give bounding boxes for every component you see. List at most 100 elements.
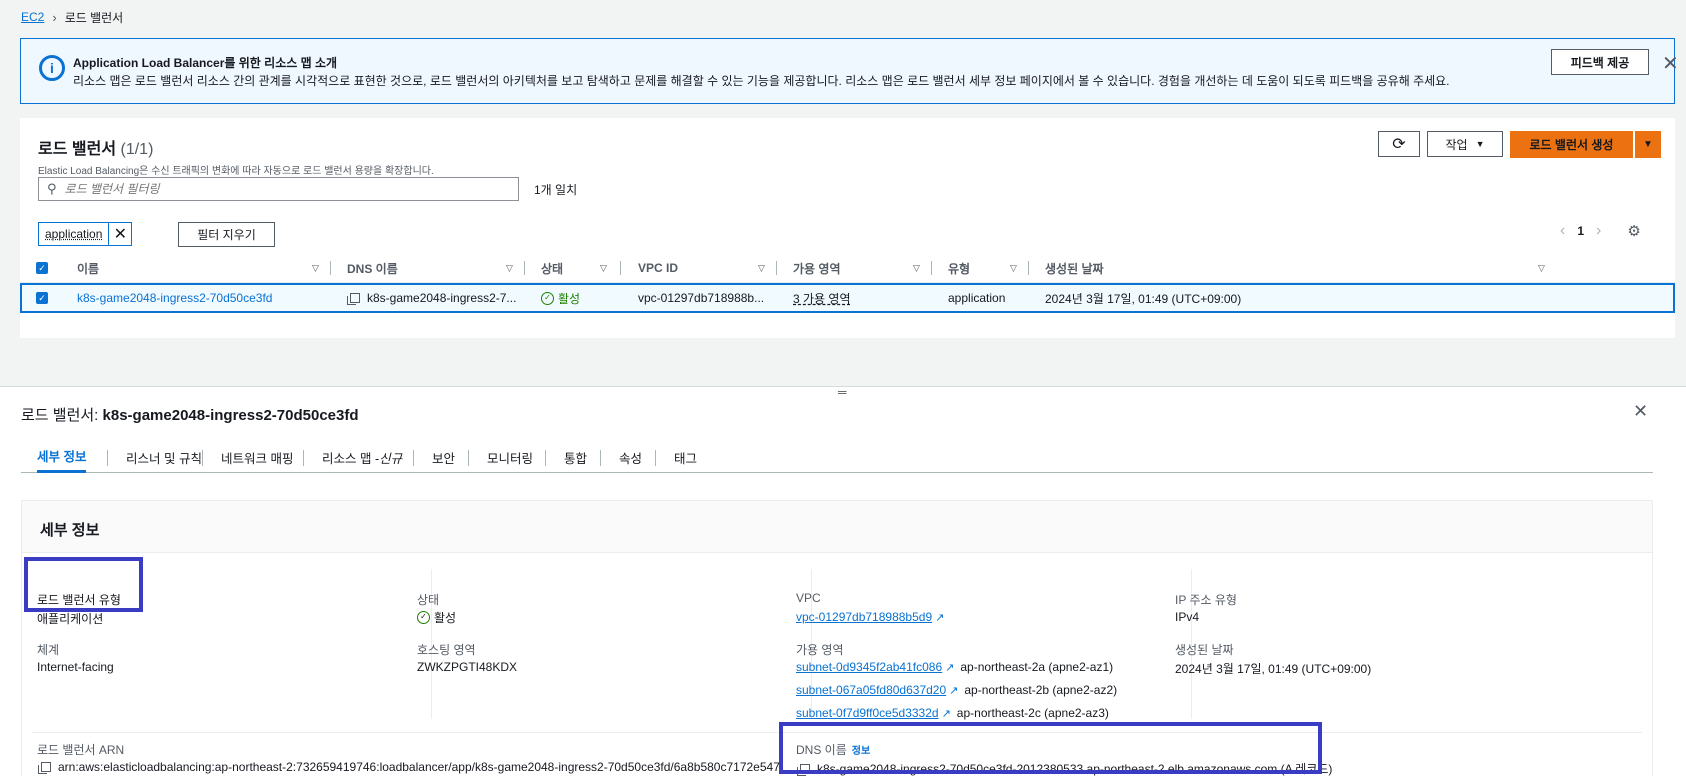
vpc-link[interactable]: vpc-01297db718988b5d9 <box>796 610 932 624</box>
subnet-link[interactable]: subnet-0f7d9ff0ce5d3332d <box>796 706 939 720</box>
sort-icon[interactable]: ▽ <box>1538 253 1545 283</box>
list-count: (1/1) <box>120 141 154 158</box>
chevron-left-icon[interactable]: ‹ <box>1560 222 1565 240</box>
column-label: 상태 <box>541 261 564 276</box>
column-label: 가용 영역 <box>793 261 841 276</box>
tab-resource-map[interactable]: 리소스 맵 - 신규 <box>322 441 402 473</box>
feedback-button[interactable]: 피드백 제공 <box>1551 49 1649 75</box>
tab-divider <box>202 450 203 466</box>
chevron-right-icon: › <box>52 9 57 25</box>
tab-details[interactable]: 세부 정보 <box>37 441 87 473</box>
row-dns: k8s-game2048-ingress2-7... <box>347 285 516 311</box>
lb-type-value: 애플리케이션 <box>37 612 104 626</box>
column-divider <box>1028 261 1029 275</box>
actions-label: 작업 <box>1445 137 1468 152</box>
arn-value: arn:aws:elasticloadbalancing:ap-northeas… <box>38 760 780 774</box>
row-az-text[interactable]: 3 가용 영역 <box>793 290 851 307</box>
row-name[interactable]: k8s-game2048-ingress2-70d50ce3fd <box>77 291 272 305</box>
created-value: 2024년 3월 17일, 01:49 (UTC+09:00) <box>1175 662 1372 676</box>
tab-divider <box>545 450 546 466</box>
filter-token: application ✕ <box>38 222 133 246</box>
detail-title: 로드 밸런서: k8s-game2048-ingress2-70d50ce3fd <box>21 404 359 425</box>
detail-title-lead: 로드 밸런서: <box>21 407 99 424</box>
column-header-status[interactable]: 상태 <box>541 253 563 283</box>
info-icon: i <box>39 55 65 81</box>
copy-icon[interactable] <box>38 762 51 774</box>
tab-divider <box>107 450 108 466</box>
tab-divider <box>655 450 656 466</box>
row-type: application <box>948 291 1006 305</box>
close-icon[interactable]: ✕ <box>1662 51 1679 76</box>
actions-dropdown[interactable]: 작업 ▼ <box>1427 131 1503 157</box>
row-vpc: vpc-01297db718988b... <box>638 291 765 305</box>
create-load-balancer-button[interactable]: 로드 밸런서 생성 <box>1510 131 1633 158</box>
filter-search-box[interactable]: ⚲ <box>38 177 519 201</box>
status-value: ✓ 활성 <box>417 609 456 626</box>
column-header-az[interactable]: 가용 영역 <box>793 253 841 283</box>
flash-body: 리소스 맵은 로드 밸런서 리소스 간의 관계를 시각적으로 표현한 것으로, … <box>73 74 1450 88</box>
column-divider <box>524 261 525 275</box>
row-status: ✓ 활성 <box>541 285 580 311</box>
tab-tags[interactable]: 태그 <box>674 441 697 473</box>
tab-monitoring[interactable]: 모니터링 <box>487 441 533 473</box>
created-label: 생성된 날짜 <box>1175 643 1234 657</box>
column-label: VPC ID <box>638 261 679 275</box>
column-header-type[interactable]: 유형 <box>948 253 970 283</box>
remove-token-icon[interactable]: ✕ <box>109 223 131 245</box>
row-name-link[interactable]: k8s-game2048-ingress2-70d50ce3fd <box>77 285 272 311</box>
select-all-checkbox[interactable]: ✓ <box>36 262 48 274</box>
ip-type-label: IP 주소 유형 <box>1175 593 1237 607</box>
table-row[interactable]: ✓ k8s-game2048-ingress2-70d50ce3fd k8s-g… <box>20 283 1675 313</box>
details-card-header: 세부 정보 <box>22 501 1652 553</box>
row-checkbox[interactable]: ✓ <box>36 292 48 304</box>
table-header: ✓ 이름 ▽ DNS 이름 ▽ 상태 ▽ VPC ID ▽ 가용 영역 ▽ 유형… <box>20 253 1675 283</box>
page-number[interactable]: 1 <box>1577 224 1584 238</box>
row-az[interactable]: 3 가용 영역 <box>793 285 851 311</box>
refresh-button[interactable]: ⟳ <box>1378 131 1420 157</box>
tab-network-mapping[interactable]: 네트워크 매핑 <box>221 441 293 473</box>
tab-listeners[interactable]: 리스너 및 규칙 <box>126 441 202 473</box>
column-header-dns[interactable]: DNS 이름 <box>347 253 398 283</box>
match-count: 1개 일치 <box>534 183 578 197</box>
breadcrumb-ec2-link[interactable]: EC2 <box>21 10 44 24</box>
status-label: 상태 <box>417 593 440 607</box>
resize-handle-icon[interactable]: ═ <box>838 385 847 399</box>
vpc-value: vpc-01297db718988b5d9 ↗ <box>796 610 944 624</box>
hosted-zone-label: 호스팅 영역 <box>417 643 476 657</box>
scheme-label: 체계 <box>37 643 60 657</box>
subnet-link[interactable]: subnet-0d9345f2ab41fc086 <box>796 660 942 674</box>
column-header-name[interactable]: 이름 <box>77 253 99 283</box>
search-input[interactable] <box>64 182 518 196</box>
sort-icon[interactable]: ▽ <box>913 253 920 283</box>
arn-text: arn:aws:elasticloadbalancing:ap-northeas… <box>58 760 780 774</box>
external-link-icon: ↗ <box>945 661 955 674</box>
subnet-link[interactable]: subnet-067a05fd80d637d20 <box>796 683 946 697</box>
clear-filters-button[interactable]: 필터 지우기 <box>178 222 275 247</box>
column-label: 유형 <box>948 261 971 276</box>
az-row: subnet-0f7d9ff0ce5d3332d ↗ ap-northeast-2c… <box>796 706 1109 720</box>
create-dropdown-toggle[interactable]: ▼ <box>1635 131 1661 158</box>
sort-icon[interactable]: ▽ <box>758 253 765 283</box>
column-header-vpc[interactable]: VPC ID <box>638 253 678 283</box>
sort-icon[interactable]: ▽ <box>506 253 513 283</box>
load-balancer-list-panel: 로드 밸런서 (1/1) Elastic Load Balancing은 수신 … <box>20 118 1675 338</box>
section-title: 세부 정보 <box>40 522 100 539</box>
tab-attributes[interactable]: 속성 <box>619 441 642 473</box>
breadcrumb-current: 로드 밸런서 <box>64 10 124 25</box>
arn-label: 로드 밸런서 ARN <box>37 743 125 757</box>
filter-token-label[interactable]: application <box>39 223 110 245</box>
gear-icon[interactable]: ⚙ <box>1627 222 1640 240</box>
sort-icon[interactable]: ▽ <box>600 253 607 283</box>
close-icon[interactable]: ✕ <box>1633 401 1648 422</box>
tab-divider <box>600 450 601 466</box>
chevron-right-icon[interactable]: › <box>1596 222 1601 240</box>
sort-icon[interactable]: ▽ <box>312 253 319 283</box>
external-link-icon: ↗ <box>941 707 951 720</box>
tab-security[interactable]: 보안 <box>432 441 455 473</box>
copy-icon[interactable] <box>347 293 360 305</box>
tab-integration[interactable]: 통합 <box>564 441 587 473</box>
sort-icon[interactable]: ▽ <box>1010 253 1017 283</box>
refresh-icon: ⟳ <box>1392 136 1406 153</box>
column-header-created[interactable]: 생성된 날짜 <box>1045 253 1104 283</box>
list-description: Elastic Load Balancing은 수신 트래픽의 변화에 따라 자… <box>38 166 434 177</box>
